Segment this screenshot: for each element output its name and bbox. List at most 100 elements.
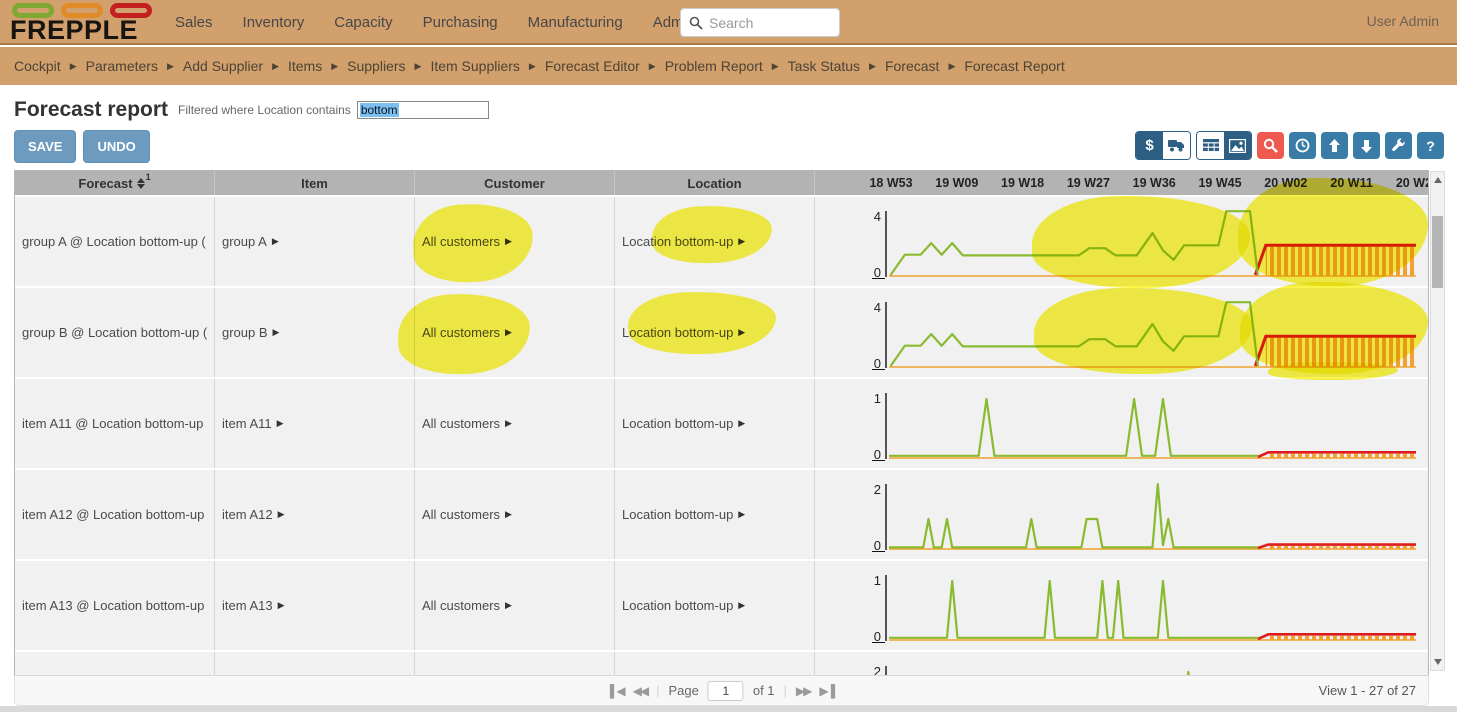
- forecast-sparkline-chart[interactable]: 10: [815, 379, 1428, 468]
- drilldown-caret-icon[interactable]: ▶: [505, 236, 512, 247]
- image-button[interactable]: [1224, 132, 1251, 159]
- drilldown-caret-icon[interactable]: ▶: [738, 236, 745, 247]
- breadcrumb-item[interactable]: Forecast Report: [964, 58, 1064, 74]
- global-search-input[interactable]: Search: [680, 8, 840, 37]
- next-page-icon[interactable]: ▶▶: [796, 684, 810, 698]
- location-filter-input[interactable]: bottom: [357, 101, 489, 119]
- report-toolbar: $?: [1135, 131, 1444, 160]
- previous-page-icon[interactable]: ◀◀: [633, 684, 647, 698]
- breadcrumb-separator-icon: ▶: [948, 61, 955, 72]
- svg-text:1: 1: [874, 391, 881, 406]
- breadcrumb-item[interactable]: Cockpit: [14, 58, 61, 74]
- location-cell: Location bottom-up▶: [615, 379, 815, 468]
- forecast-sparkline-chart[interactable]: 20: [815, 470, 1428, 559]
- drilldown-caret-icon[interactable]: ▶: [738, 509, 745, 520]
- forecast-cell: item A11 @ Location bottom-up: [15, 379, 215, 468]
- scroll-down-button[interactable]: [1431, 654, 1444, 670]
- first-page-icon[interactable]: ▌◀: [610, 684, 624, 698]
- top-navigation-bar: FREPPLE SalesInventoryCapacityPurchasing…: [0, 0, 1457, 45]
- column-header-label: Location: [687, 176, 741, 191]
- forecast-sparkline-chart[interactable]: 40: [815, 288, 1428, 377]
- action-buttons: SAVE UNDO: [14, 130, 150, 163]
- down-arrow-button[interactable]: [1353, 132, 1380, 159]
- menu-item-purchasing[interactable]: Purchasing: [408, 14, 513, 31]
- forecast-sparkline-chart[interactable]: 10: [815, 561, 1428, 650]
- location-cell: [615, 652, 815, 676]
- drilldown-caret-icon[interactable]: ▶: [277, 418, 284, 429]
- drilldown-caret-icon[interactable]: ▶: [273, 327, 280, 338]
- pager-divider: |: [656, 683, 659, 698]
- page-number-input[interactable]: [708, 681, 744, 701]
- drilldown-caret-icon[interactable]: ▶: [278, 509, 285, 520]
- breadcrumb-item[interactable]: Forecast: [885, 58, 939, 74]
- breadcrumb-item[interactable]: Parameters: [86, 58, 158, 74]
- breadcrumb-item[interactable]: Suppliers: [347, 58, 405, 74]
- user-menu[interactable]: User Admin: [1367, 13, 1439, 29]
- column-header-item[interactable]: Item: [215, 171, 415, 195]
- magnifier-button[interactable]: [1257, 132, 1284, 159]
- drilldown-caret-icon[interactable]: ▶: [505, 327, 512, 338]
- vertical-scrollbar[interactable]: [1430, 171, 1445, 671]
- truck-button[interactable]: [1163, 132, 1190, 159]
- forecast-name: group B @ Location bottom-up (: [22, 325, 207, 340]
- scrollbar-thumb[interactable]: [1432, 216, 1443, 288]
- column-header-label: Forecast: [78, 176, 132, 191]
- grid-button[interactable]: [1197, 132, 1224, 159]
- table-row: group A @ Location bottom-up (group A▶Al…: [15, 197, 1428, 288]
- drilldown-caret-icon[interactable]: ▶: [505, 418, 512, 429]
- breadcrumb-item[interactable]: Items: [288, 58, 322, 74]
- drilldown-caret-icon[interactable]: ▶: [738, 327, 745, 338]
- drilldown-caret-icon[interactable]: ▶: [738, 600, 745, 611]
- frepple-logo[interactable]: FREPPLE: [10, 3, 160, 43]
- column-header-forecast[interactable]: Forecast 1: [15, 171, 215, 195]
- forecast-cell: [15, 652, 215, 676]
- dollar-button[interactable]: $: [1136, 132, 1163, 159]
- last-page-icon[interactable]: ▶▐: [819, 684, 833, 698]
- down-arrow-icon: [1360, 139, 1373, 153]
- breadcrumb-item[interactable]: Forecast Editor: [545, 58, 640, 74]
- item-cell: item A13▶: [215, 561, 415, 650]
- sort-order-number: 1: [146, 172, 151, 182]
- menu-item-manufacturing[interactable]: Manufacturing: [513, 14, 638, 31]
- breadcrumb-item[interactable]: Item Suppliers: [430, 58, 519, 74]
- menu-item-sales[interactable]: Sales: [160, 14, 228, 31]
- save-button[interactable]: SAVE: [14, 130, 76, 163]
- menu-item-inventory[interactable]: Inventory: [228, 14, 320, 31]
- magnifier-icon: [1263, 138, 1278, 153]
- breadcrumb-separator-icon: ▶: [529, 61, 536, 72]
- clock-button[interactable]: [1289, 132, 1316, 159]
- item-cell: group A▶: [215, 197, 415, 286]
- wrench-button[interactable]: [1385, 132, 1412, 159]
- title-bar: Forecast report Filtered where Location …: [14, 98, 489, 122]
- truck-icon: [1168, 139, 1185, 152]
- customer-cell-label: All customers: [422, 598, 500, 613]
- breadcrumb-item[interactable]: Problem Report: [665, 58, 763, 74]
- menu-item-capacity[interactable]: Capacity: [319, 14, 407, 31]
- undo-button[interactable]: UNDO: [83, 130, 149, 163]
- drilldown-caret-icon[interactable]: ▶: [738, 418, 745, 429]
- table-row: 20: [15, 652, 1428, 676]
- column-header-label: Item: [301, 176, 328, 191]
- drilldown-caret-icon[interactable]: ▶: [505, 509, 512, 520]
- logo-text: FREPPLE: [10, 18, 160, 43]
- svg-text:0: 0: [874, 356, 881, 371]
- week-bucket-label: 19 W27: [1055, 176, 1121, 190]
- week-bucket-label: 19 W09: [924, 176, 990, 190]
- question-button[interactable]: ?: [1417, 132, 1444, 159]
- breadcrumb-separator-icon: ▶: [649, 61, 656, 72]
- forecast-sparkline-chart[interactable]: 20: [815, 652, 1428, 676]
- drilldown-caret-icon[interactable]: ▶: [272, 236, 279, 247]
- column-header-customer[interactable]: Customer: [415, 171, 615, 195]
- up-arrow-button[interactable]: [1321, 132, 1348, 159]
- breadcrumb-item[interactable]: Task Status: [788, 58, 860, 74]
- drilldown-caret-icon[interactable]: ▶: [278, 600, 285, 611]
- location-cell: Location bottom-up▶: [615, 470, 815, 559]
- question-icon: ?: [1426, 138, 1435, 154]
- customer-cell: All customers▶: [415, 379, 615, 468]
- breadcrumb-item[interactable]: Add Supplier: [183, 58, 263, 74]
- forecast-sparkline-chart[interactable]: 40: [815, 197, 1428, 286]
- table-row: item A11 @ Location bottom-upitem A11▶Al…: [15, 379, 1428, 470]
- drilldown-caret-icon[interactable]: ▶: [505, 600, 512, 611]
- scroll-up-button[interactable]: [1431, 172, 1444, 188]
- column-header-location[interactable]: Location: [615, 171, 815, 195]
